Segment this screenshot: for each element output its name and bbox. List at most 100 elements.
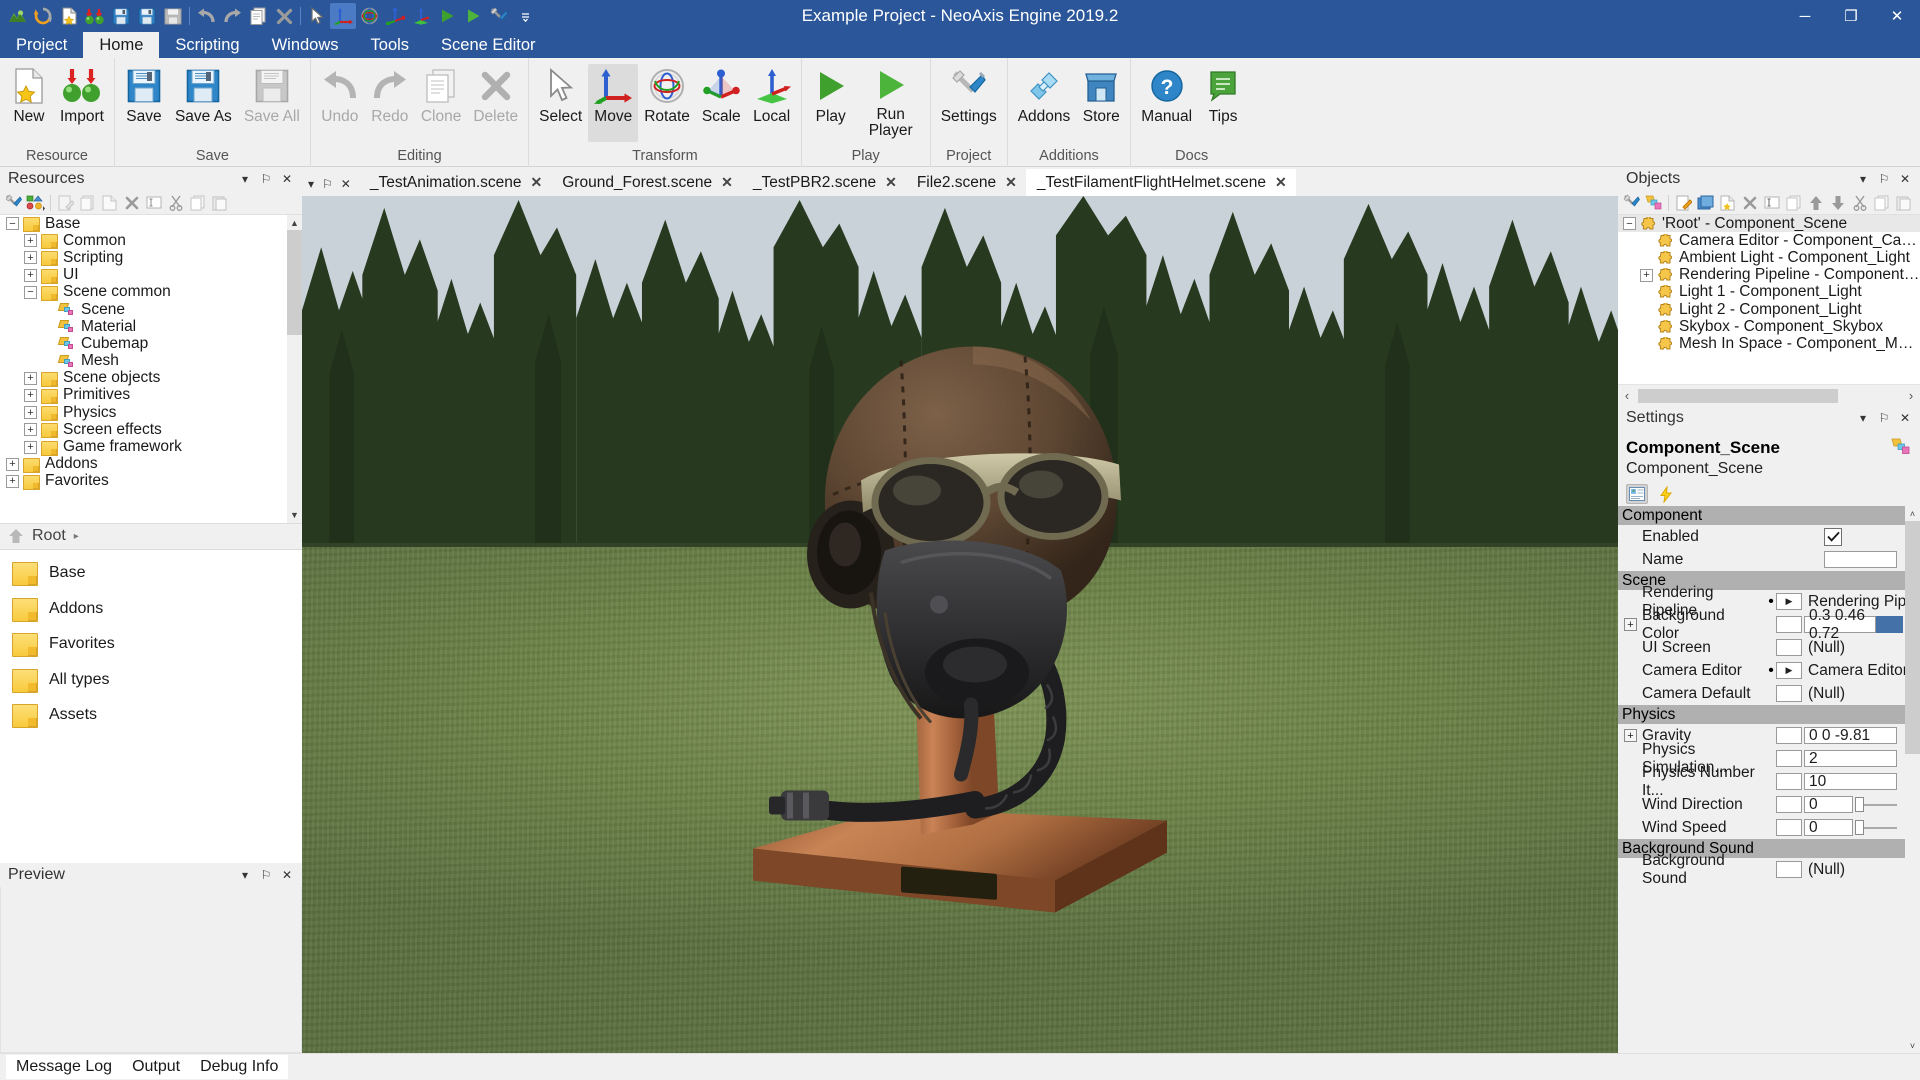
scale-gizmo-icon[interactable] [382,3,408,29]
objects-cut-icon[interactable] [1849,193,1870,213]
document-tab[interactable]: File2.scene✕ [906,169,1026,196]
resources-tree-node[interactable]: −Scene common [0,284,302,301]
property-button[interactable] [1776,750,1802,767]
numeric-input[interactable]: 0 [1804,819,1853,836]
objects-layers-icon[interactable] [1695,193,1716,213]
minimize-button[interactable]: ─ [1782,0,1828,32]
run-player-icon[interactable] [460,3,486,29]
tab-scene-editor[interactable]: Scene Editor [425,32,551,58]
numeric-input[interactable]: 10 [1804,773,1897,790]
property-button[interactable] [1776,796,1802,813]
document-tab-close-icon[interactable]: ✕ [721,174,733,191]
resources-tree-node[interactable]: +Addons [0,456,302,473]
resources-tree[interactable]: −Base+Common+Scripting+UI−Scene commonSc… [0,215,302,523]
color-swatch[interactable] [1876,616,1903,633]
property-button[interactable] [1776,639,1802,656]
status-tab[interactable]: Message Log [6,1055,122,1079]
property-group-header[interactable]: Component [1618,506,1905,525]
settings-resource-icon[interactable] [1891,438,1910,460]
resources-tree-node[interactable]: −Base [0,215,302,232]
preview-body[interactable] [0,887,302,1053]
tab-home[interactable]: Home [83,32,159,58]
settings-scrollbar[interactable]: ˄ ˅ [1905,506,1920,1053]
resources-rename-icon[interactable] [143,193,164,213]
objects-move-up-icon[interactable] [1805,193,1826,213]
document-tab-close-icon[interactable]: ✕ [1005,174,1017,191]
value-slider[interactable] [1855,819,1904,836]
addons-button[interactable]: Addons [1012,64,1077,142]
resources-delete-icon[interactable] [121,193,142,213]
project-icon[interactable] [4,3,30,29]
expand-icon[interactable]: + [24,234,37,247]
save-all-icon[interactable] [160,3,186,29]
resources-tree-node[interactable]: Material [0,318,302,335]
scroll-track[interactable] [1905,521,1920,1038]
close-button[interactable]: ✕ [1874,0,1920,32]
move-gizmo-icon[interactable] [330,3,356,29]
resources-newfile-icon[interactable] [99,193,120,213]
resources-file-item[interactable]: Favorites [0,627,302,663]
reference-dropdown-button[interactable]: ▶ [1776,593,1802,610]
scroll-thumb[interactable] [287,230,302,335]
doctabs-close-icon[interactable]: ✕ [341,177,351,191]
status-tab[interactable]: Debug Info [190,1055,288,1079]
scroll-thumb[interactable] [1905,521,1920,754]
tab-scripting[interactable]: Scripting [159,32,255,58]
settings-pin-icon[interactable]: ⚐ [1877,410,1891,426]
save-icon[interactable] [108,3,134,29]
resources-file-list[interactable]: BaseAddonsFavoritesAll typesAssets [0,550,302,864]
status-tab[interactable]: Output [122,1055,190,1079]
objects-pin-icon[interactable]: ⚐ [1877,171,1891,187]
expand-icon[interactable]: + [24,423,37,436]
objects-horizontal-scrollbar[interactable]: ‹ › [1618,384,1920,406]
breadcrumb-root[interactable]: Root [32,527,66,545]
save-as-icon[interactable] [134,3,160,29]
resources-dropdown-icon[interactable]: ▾ [238,171,252,187]
objects-resource-icon[interactable] [1643,193,1664,213]
properties-view-icon[interactable] [1626,484,1648,504]
objects-edit-icon[interactable] [1673,193,1694,213]
local-button[interactable]: Local [747,64,797,142]
document-tab-close-icon[interactable]: ✕ [1275,174,1287,191]
resources-tree-node[interactable]: +Scene objects [0,370,302,387]
collapse-icon[interactable]: − [6,217,19,230]
resources-copy2-icon[interactable] [187,193,208,213]
doctabs-pin-icon[interactable]: ⚐ [322,177,333,191]
objects-settings-icon[interactable] [1621,193,1642,213]
document-tab-close-icon[interactable]: ✕ [885,174,897,191]
chevron-down-icon[interactable] [512,3,538,29]
expand-icon[interactable]: + [24,251,37,264]
objects-move-down-icon[interactable] [1827,193,1848,213]
rotate-button[interactable]: Rotate [638,64,696,142]
objects-dropdown-icon[interactable]: ▾ [1856,171,1870,187]
resources-tree-scrollbar[interactable]: ▲ ▼ [287,215,302,523]
redo-icon[interactable] [219,3,245,29]
expand-icon[interactable]: + [24,389,37,402]
delete-button[interactable]: Delete [467,64,524,142]
expand-icon[interactable]: + [24,441,37,454]
resources-settings-icon[interactable] [3,193,24,213]
expand-icon[interactable]: + [1624,618,1637,631]
document-tab[interactable]: _TestAnimation.scene✕ [359,169,551,196]
property-button[interactable] [1776,727,1802,744]
resources-paste-icon[interactable] [209,193,230,213]
settings-property-grid[interactable]: Component+Enabled+NameScene+Rendering Pi… [1618,506,1920,1053]
scroll-track[interactable] [1636,388,1902,404]
objects-copy2-icon[interactable] [1871,193,1892,213]
resources-close-icon[interactable]: ✕ [280,171,294,187]
objects-delete-icon[interactable] [1739,193,1760,213]
scroll-down-arrow[interactable]: ˅ [1905,1038,1920,1053]
scroll-up-arrow[interactable]: ˄ [1905,506,1920,521]
cursor-icon[interactable] [304,3,330,29]
resources-tree-node[interactable]: Scene [0,301,302,318]
scroll-thumb[interactable] [1638,389,1838,403]
value-slider[interactable] [1855,796,1904,813]
import-button[interactable]: Import [54,64,110,142]
document-tab[interactable]: Ground_Forest.scene✕ [551,169,742,196]
numeric-input[interactable]: 0 [1804,796,1853,813]
resources-tree-node[interactable]: +Screen effects [0,421,302,438]
tab-tools[interactable]: Tools [355,32,426,58]
objects-tree[interactable]: −'Root' - Component_SceneCamera Editor -… [1618,215,1920,384]
expand-icon[interactable]: + [24,406,37,419]
import-icon[interactable] [82,3,108,29]
